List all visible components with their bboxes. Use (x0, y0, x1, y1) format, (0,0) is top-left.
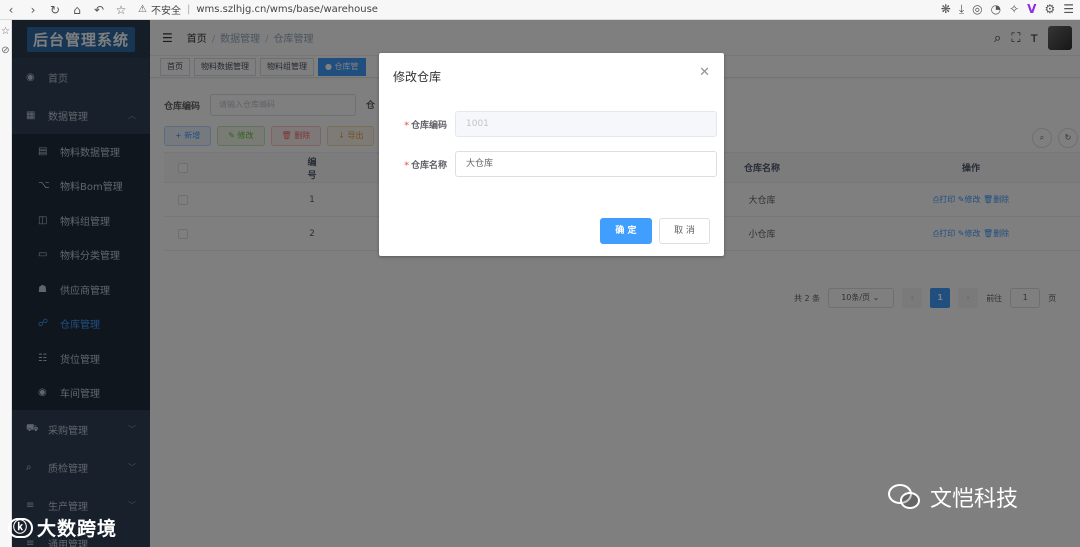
required-mark: * (404, 160, 409, 171)
extension-icons: ❋ ⤓ ◎ ◔ ✧ V ⚙ ☰ (941, 2, 1074, 17)
undo-icon[interactable]: ↶ (88, 3, 110, 17)
watermark-logo-icon: ⓚ (8, 517, 33, 538)
menu-icon[interactable]: ☰ (1063, 2, 1074, 17)
address-bar[interactable]: ⚠ 不安全 | wms.szlhjg.cn/wms/base/warehouse (138, 2, 378, 17)
star-icon[interactable]: ☆ (110, 3, 132, 17)
security-label: 不安全 (150, 6, 181, 17)
confirm-button[interactable]: 确 定 (600, 218, 652, 244)
cancel-button[interactable]: 取 消 (659, 218, 710, 244)
edit-warehouse-dialog: 修改仓库 ✕ * 仓库编码 1001 * 仓库名称 大仓库 确 定 取 消 (379, 53, 724, 256)
warehouse-code-field: 1001 (455, 111, 717, 137)
required-mark: * (404, 120, 409, 131)
gear-icon[interactable]: ⚙ (1044, 2, 1055, 17)
history-icon[interactable]: ◔ (991, 2, 1001, 17)
browser-side-strip: ☆ ⊘ (0, 20, 12, 547)
field-label: 仓库编码 (410, 120, 447, 131)
extension-icon[interactable]: ❋ (941, 2, 951, 17)
watermark-left: ⓚ 大数跨境 (8, 514, 117, 541)
warning-icon: ⚠ (138, 4, 147, 15)
forward-icon[interactable]: › (22, 3, 44, 17)
field-label: 仓库名称 (410, 160, 447, 171)
dialog-title: 修改仓库 (393, 70, 442, 84)
back-icon[interactable]: ‹ (0, 3, 22, 17)
download-icon[interactable]: ⤓ (959, 2, 964, 17)
browser-toolbar: ‹ › ↻ ⌂ ↶ ☆ ⚠ 不安全 | wms.szlhjg.cn/wms/ba… (0, 0, 1080, 20)
star-icon[interactable]: ☆ (0, 26, 11, 37)
history-icon[interactable]: ⊘ (0, 45, 11, 56)
camera-icon[interactable]: ◎ (972, 2, 982, 17)
reload-icon[interactable]: ↻ (44, 3, 66, 17)
warehouse-name-field[interactable]: 大仓库 (455, 151, 717, 177)
wechat-icon (888, 482, 922, 512)
field-warehouse-code: * 仓库编码 1001 (395, 111, 717, 137)
home-icon[interactable]: ⌂ (66, 3, 88, 17)
puzzle-icon[interactable]: ✧ (1009, 2, 1019, 17)
watermark-right: 文恺科技 (888, 481, 1018, 513)
close-icon[interactable]: ✕ (699, 65, 710, 80)
field-warehouse-name: * 仓库名称 大仓库 (395, 151, 717, 177)
url-text: wms.szlhjg.cn/wms/base/warehouse (196, 4, 378, 15)
v-extension-icon[interactable]: V (1027, 2, 1036, 17)
